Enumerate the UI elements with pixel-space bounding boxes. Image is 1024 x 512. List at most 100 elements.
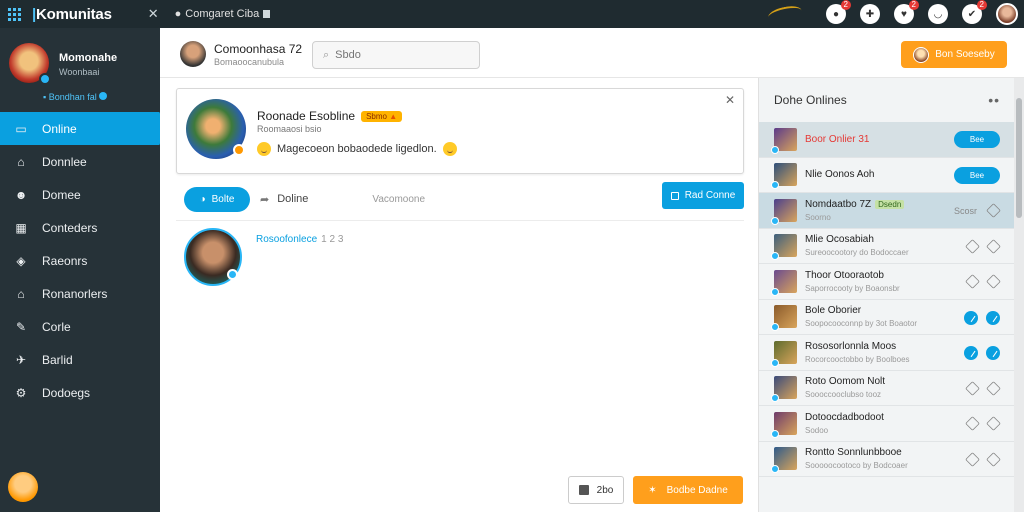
shield-icon[interactable] — [986, 451, 1001, 467]
list-item-controls — [965, 451, 1001, 467]
sidebar-item-donnlee[interactable]: ⌂ Donnlee — [0, 145, 160, 178]
sidebar-item-raeonrs[interactable]: ◈ Raeonrs — [0, 244, 160, 277]
bolte-button[interactable]: ◑ Bolte — [184, 186, 250, 212]
online-dot — [771, 181, 779, 190]
card-subtitle: Roomaaosi bsio — [257, 124, 322, 134]
shield-icon[interactable] — [986, 274, 1001, 289]
list-item-text: Nomdaatbo 7Z Dsedn Soorno — [805, 198, 905, 222]
list-item[interactable]: Nlie Oonos Aoh Bee — [759, 158, 1014, 193]
shield-icon[interactable] — [986, 380, 1001, 396]
list-item[interactable]: Roto Oomom Nolt Soooccooclubso tooz — [759, 371, 1014, 406]
list-item-name: Rontto Sonnlunbbooe — [805, 447, 908, 458]
list-item-action-button[interactable]: Bee — [954, 131, 1000, 148]
online-panel-header: Dohe Onlines •• — [759, 78, 1014, 122]
search-input[interactable] — [335, 49, 456, 61]
shield-icon[interactable] — [965, 416, 980, 431]
search-box[interactable]: ⌕ — [312, 41, 480, 69]
check-icon[interactable] — [964, 346, 978, 360]
list-item-text: Thoor Otooraotob Saporrocooty by Boaonsbr — [805, 270, 900, 293]
app-grid-icon[interactable] — [0, 0, 28, 28]
header-title: Comoonhasa 72 — [214, 42, 303, 56]
list-item-controls — [965, 380, 1001, 396]
online-panel-title: Dohe Onlines — [774, 93, 847, 107]
share-link[interactable]: ➦ Doline — [260, 193, 308, 206]
sidebar-item-online[interactable]: ▭ Online — [0, 112, 166, 145]
account-avatar[interactable] — [996, 3, 1018, 25]
sidebar-profile[interactable]: Momonahe Woonbaai ▪ Bondhan fal — [0, 28, 160, 112]
list-item-thumbnail — [771, 198, 797, 225]
close-icon[interactable]: ✕ — [148, 6, 159, 22]
card-title: Roonade Esobline — [257, 109, 356, 123]
tab-label: Comgaret Ciba — [185, 8, 260, 20]
home-icon: ⌂ — [17, 154, 25, 169]
sidebar-item-domee[interactable]: ☻ Domee — [0, 178, 160, 211]
footer-avatar[interactable] — [8, 472, 38, 502]
list-item[interactable]: Mlie Ocosabiah Sureoocootory do Bodoccaer — [759, 229, 1014, 264]
online-dot — [771, 216, 779, 225]
secondary-button[interactable]: 2bo — [568, 476, 624, 504]
brand-logo[interactable]: |Komunitas — [32, 6, 112, 23]
list-item-thumbnail — [771, 127, 797, 154]
rad-conne-button[interactable]: Rad Conne — [662, 182, 744, 209]
post-avatar[interactable] — [184, 228, 242, 286]
card-tag: Sbmo ▲ — [361, 110, 403, 122]
list-item-name-text: Nomdaatbo 7Z — [805, 198, 872, 210]
profile-status[interactable]: ▪ Bondhan fal — [43, 92, 108, 102]
check-icon[interactable] — [964, 310, 978, 325]
list-item-name-text: Thoor Otooraotob — [805, 269, 884, 281]
list-item-thumbnail — [771, 269, 797, 296]
sidebar-item-ronanorlers[interactable]: ⌂ Ronanorlers — [0, 277, 160, 310]
notification-icon[interactable]: ● 2 — [826, 0, 851, 24]
avatar[interactable] — [9, 43, 51, 85]
message-icon[interactable]: ✚ — [860, 4, 880, 24]
like-icon[interactable]: ✔ 2 — [962, 0, 987, 24]
header-avatar[interactable] — [180, 41, 206, 67]
list-item[interactable]: Bole Oborier Soopocooconnp by 3ot Boaotor — [759, 300, 1014, 335]
shield-icon[interactable] — [965, 274, 980, 289]
screen-icon: ▭ — [15, 121, 27, 136]
list-item[interactable]: Rontto Sonnlunbbooe Sooooocootoco by Bodc… — [759, 442, 1014, 477]
sidebar-item-corle[interactable]: ✎ Corle — [0, 310, 160, 343]
list-item[interactable]: Rososorlonnla Moos Rocorcooctobbo by Bool… — [759, 335, 1014, 371]
list-item-subtitle: Sodoo — [805, 425, 829, 435]
shield-icon[interactable] — [965, 238, 980, 254]
list-item-subtitle: Rocorcooctobbo by Boolboes — [805, 354, 910, 364]
list-item-action-button[interactable]: Bee — [954, 166, 1000, 184]
shield-icon[interactable] — [986, 238, 1001, 254]
post-author[interactable]: Rosoofonlece 1 2 3 — [256, 234, 343, 245]
sidebar-item-barlid[interactable]: ✈ Barlid — [0, 343, 160, 376]
scrollbar-thumb[interactable] — [1016, 98, 1022, 218]
list-item[interactable]: Nomdaatbo 7Z Dsedn Soorno Scosr — [759, 193, 1014, 229]
primary-button[interactable]: ✶ Bodbe Dadne — [633, 476, 743, 504]
main-header: Comoonhasa 72 Bomaoocanubula ⌕ Bon Soese… — [160, 28, 1024, 78]
sidebar-item-label: Conteders — [42, 220, 98, 235]
shield-icon[interactable] — [965, 451, 980, 467]
close-icon[interactable]: ✕ — [725, 93, 735, 107]
check-icon[interactable] — [986, 310, 1000, 325]
tab-square-icon — [263, 10, 271, 18]
shield-icon[interactable] — [965, 380, 980, 396]
shield-icon[interactable] — [986, 203, 1001, 218]
profile-name: Momonahe — [59, 52, 118, 64]
emoji-icon[interactable]: ◡ — [928, 4, 948, 24]
list-item-name: Dotoocdadbodoot — [805, 412, 884, 423]
header-action-button[interactable]: Bon Soeseby — [901, 41, 1007, 68]
star-icon: ✶ — [648, 484, 657, 496]
more-icon[interactable]: •• — [988, 92, 1000, 108]
list-item[interactable]: Boor Onlier 31 Bee — [759, 122, 1014, 158]
check-icon[interactable] — [986, 346, 1000, 360]
list-item-controls: Scosr — [954, 203, 1001, 218]
card-avatar[interactable] — [186, 99, 246, 159]
gift-icon[interactable]: ♥ 2 — [894, 0, 919, 24]
scrollbar[interactable] — [1014, 78, 1024, 512]
sidebar-item-conteders[interactable]: ▦ Conteders — [0, 211, 160, 244]
tab-current[interactable]: ● Comgaret Ciba — [175, 8, 271, 20]
list-item[interactable]: Thoor Otooraotob Saporrocooty by Boaonsbr — [759, 264, 1014, 300]
post-author-name: Rosoofonlece — [256, 234, 318, 245]
online-panel: Dohe Onlines •• Boor Onlier 31 Bee Nlie Oo… — [758, 78, 1014, 512]
action-bar: ◑ Bolte ➦ Doline Vacomoone Rad Conne — [176, 182, 744, 216]
list-item[interactable]: Dotoocdadbodoot Sodoo — [759, 406, 1014, 442]
list-item-text: Rososorlonnla Moos Rocorcooctobbo by Bool… — [805, 341, 910, 364]
sidebar-item-dodoegs[interactable]: ⚙ Dodoegs — [0, 376, 160, 409]
shield-icon[interactable] — [986, 416, 1001, 431]
